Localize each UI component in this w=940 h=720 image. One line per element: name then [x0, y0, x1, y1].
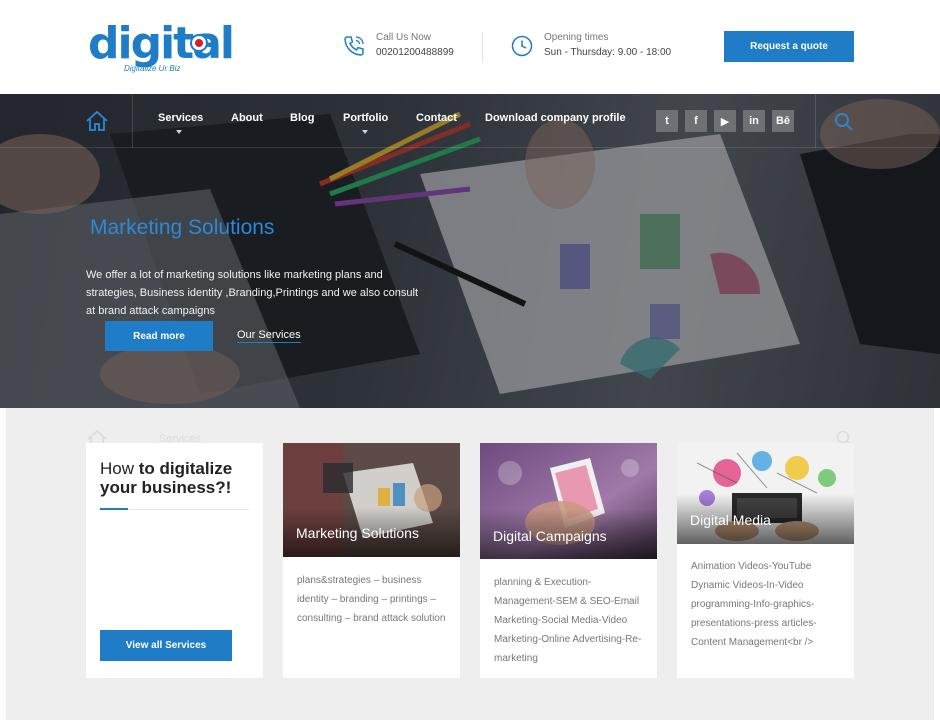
behance-icon[interactable]: Bē — [772, 110, 794, 132]
logo-tagline: Digitalize Ur Biz — [124, 64, 181, 73]
hero-text: We offer a lot of marketing solutions li… — [86, 269, 419, 317]
service-card-campaigns[interactable]: Digital Campaigns planning & Execution-M… — [480, 443, 657, 678]
intro-divider-accent — [100, 508, 128, 510]
facebook-icon[interactable]: f — [685, 110, 707, 132]
site-logo[interactable]: digital Digitalize Ur Biz — [88, 16, 235, 80]
intro-title: How to digitalize your business?! — [100, 459, 260, 497]
hero-title: Marketing Solutions — [90, 216, 275, 239]
media-card-image — [677, 443, 854, 544]
nav-divider — [815, 94, 816, 148]
intro-card: How to digitalize your business?! View a… — [86, 443, 263, 678]
clock-icon — [511, 35, 533, 57]
main-nav: Services About Blog Portfolio Contact Do… — [0, 94, 940, 148]
services-caret-icon — [176, 130, 182, 134]
site-header: digital Digitalize Ur Biz Call Us Now 00… — [0, 0, 940, 94]
hero-slider: Services About Blog Portfolio Contact Do… — [0, 94, 940, 408]
search-icon[interactable] — [834, 112, 854, 132]
opening-times: Opening times Sun - Thursday: 9.00 - 18:… — [510, 32, 700, 64]
service-card-marketing[interactable]: Marketing Solutions plans&strategies – b… — [283, 443, 460, 678]
service-title[interactable]: Digital Media — [690, 512, 771, 528]
header-divider — [482, 32, 483, 62]
intro-title-plain: How — [100, 459, 139, 478]
service-title[interactable]: Digital Campaigns — [493, 528, 607, 544]
our-services-link[interactable]: Our Services — [237, 329, 301, 343]
service-description: plans&strategies – business identity – b… — [297, 575, 446, 624]
request-quote-button[interactable]: Request a quote — [724, 31, 854, 62]
call-number[interactable]: 00201200488899 — [376, 47, 454, 58]
service-description: planning & Execution-Management-SEM & SE… — [494, 577, 642, 664]
nav-divider — [132, 94, 133, 148]
nav-item-download-profile[interactable]: Download company profile — [485, 112, 626, 124]
logo-dot-icon — [192, 36, 206, 50]
nav-item-blog[interactable]: Blog — [290, 112, 314, 124]
nav-item-portfolio[interactable]: Portfolio — [343, 112, 388, 124]
home-icon[interactable] — [84, 108, 110, 134]
service-card-media[interactable]: Digital Media Animation Videos-YouTube D… — [677, 443, 854, 678]
linkedin-icon[interactable]: in — [743, 110, 765, 132]
nav-item-services[interactable]: Services — [158, 112, 203, 124]
call-info: Call Us Now 00201200488899 — [342, 32, 472, 64]
call-label: Call Us Now — [376, 32, 432, 43]
service-description: Animation Videos-YouTube Dynamic Videos-… — [691, 561, 817, 648]
portfolio-caret-icon — [362, 130, 368, 134]
view-all-services-button[interactable]: View all Services — [100, 630, 232, 661]
service-title[interactable]: Marketing Solutions — [296, 525, 419, 541]
twitter-icon[interactable]: t — [656, 110, 678, 132]
nav-item-contact[interactable]: Contact — [416, 112, 457, 124]
nav-item-about[interactable]: About — [231, 112, 263, 124]
phone-icon — [344, 36, 364, 56]
read-more-button[interactable]: Read more — [105, 321, 213, 351]
opening-times-value: Sun - Thursday: 9.00 - 18:00 — [544, 47, 672, 58]
youtube-icon[interactable]: ▶ — [714, 110, 736, 132]
opening-times-label: Opening times — [544, 32, 609, 43]
